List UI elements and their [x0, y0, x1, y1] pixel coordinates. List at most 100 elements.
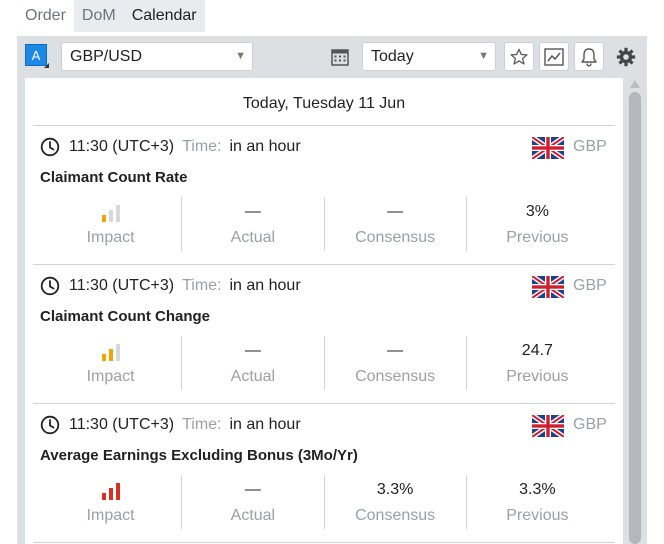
date-header: Today, Tuesday 11 Jun — [242, 95, 406, 112]
clock-icon — [40, 415, 60, 435]
actual-value: — — [244, 342, 261, 359]
impact-bars-icon — [101, 483, 120, 500]
impact-bar — [101, 493, 106, 500]
calendar-panel: A GBP/USD ▼ Today ▼ Today, Tuesday 11 Ju… — [17, 36, 647, 544]
tab-bar: Order DoM Calendar — [17, 0, 205, 36]
impact-label: Impact — [86, 368, 135, 385]
event-time-row: 11:30 (UTC+3) Time: in an hour — [40, 415, 301, 435]
previous-label: Previous — [506, 229, 569, 246]
actual-value: — — [244, 481, 261, 498]
chevron-down-icon: ▼ — [478, 50, 489, 62]
impact-bar — [101, 215, 106, 222]
event-time-relative: in an hour — [229, 416, 301, 433]
tab-dom[interactable]: DoM — [73, 0, 124, 32]
event-stats: Impact — Actual 3.3% Consensus 3.3% Prev… — [40, 475, 608, 529]
impact-bar — [108, 210, 113, 222]
impact-bar — [108, 349, 113, 361]
impact-label: Impact — [86, 507, 135, 524]
actual-label: Actual — [230, 507, 276, 524]
impact-bars-icon — [101, 205, 120, 222]
previous-value: 3% — [525, 203, 549, 220]
event-currency: GBP — [573, 416, 607, 433]
actual-cell: — Actual — [181, 475, 323, 529]
event-title: Claimant Count Change — [40, 308, 211, 325]
scrollbar[interactable] — [629, 78, 641, 544]
clock-icon — [40, 276, 60, 296]
event-item[interactable]: 11:30 (UTC+3) Time: in an hour GBP Claim… — [25, 126, 623, 265]
consensus-value: 3.3% — [376, 481, 414, 498]
period-select[interactable]: Today ▼ — [362, 42, 496, 71]
impact-bar — [115, 205, 120, 222]
event-time-relative: in an hour — [229, 138, 301, 155]
actual-cell: — Actual — [181, 336, 323, 390]
previous-cell: 3% Previous — [465, 197, 608, 251]
uk-flag-icon — [532, 276, 564, 298]
alerts-button[interactable] — [574, 42, 604, 71]
gear-icon — [616, 47, 636, 66]
consensus-cell: 3.3% Consensus — [323, 475, 466, 529]
chart-icon — [544, 47, 564, 66]
symbol-link-badge[interactable]: A — [25, 44, 49, 68]
event-stats: Impact — Actual — Consensus 3% Previous — [40, 197, 608, 251]
impact-cell: Impact — [40, 336, 181, 390]
event-time-label: Time: — [182, 277, 222, 294]
tab-calendar[interactable]: Calendar — [123, 0, 205, 32]
scrollbar-thumb[interactable] — [629, 92, 641, 544]
event-item[interactable]: 11:30 (UTC+3) Time: in an hour GBP Claim… — [25, 265, 623, 404]
events-list: Today, Tuesday 11 Jun 11:30 (UTC+3) Time… — [25, 78, 623, 544]
calendar-icon — [331, 48, 349, 66]
consensus-label: Consensus — [355, 229, 436, 246]
consensus-cell: — Consensus — [323, 336, 466, 390]
star-icon — [510, 48, 528, 65]
symbol-select-value: GBP/USD — [70, 48, 143, 65]
clock-icon — [40, 137, 60, 157]
impact-bar — [115, 344, 120, 361]
tab-order[interactable]: Order — [17, 0, 74, 32]
impact-bar — [115, 483, 120, 500]
previous-value: 3.3% — [519, 481, 556, 498]
toolbar: A GBP/USD ▼ Today ▼ — [17, 36, 647, 76]
event-stats: Impact — Actual — Consensus 24.7 Previou… — [40, 336, 608, 390]
impact-bar — [108, 488, 113, 500]
impact-cell: Impact — [40, 475, 181, 529]
event-title: Claimant Count Rate — [40, 169, 188, 186]
impact-bars-icon — [101, 344, 120, 361]
settings-button[interactable] — [611, 42, 641, 71]
event-time-relative: in an hour — [229, 277, 301, 294]
consensus-value: — — [387, 203, 404, 220]
event-item[interactable]: 11:30 (UTC+3) Time: in an hour GBP Avera… — [25, 404, 623, 543]
impact-cell: Impact — [40, 197, 181, 251]
event-time-row: 11:30 (UTC+3) Time: in an hour — [40, 276, 301, 296]
impact-label: Impact — [86, 229, 135, 246]
consensus-cell: — Consensus — [323, 197, 466, 251]
consensus-label: Consensus — [355, 368, 436, 385]
calendar-picker-button[interactable] — [325, 42, 355, 71]
event-time-label: Time: — [182, 138, 222, 155]
chevron-down-icon: ▼ — [235, 50, 246, 62]
scroll-up-icon[interactable] — [630, 80, 640, 88]
impact-bar — [101, 354, 106, 361]
actual-value: — — [244, 203, 261, 220]
event-time: 11:30 (UTC+3) — [69, 277, 175, 294]
previous-value: 24.7 — [521, 342, 553, 359]
consensus-label: Consensus — [355, 507, 436, 524]
consensus-value: — — [387, 342, 404, 359]
chart-button[interactable] — [539, 42, 569, 71]
previous-label: Previous — [506, 507, 569, 524]
event-currency: GBP — [573, 138, 607, 155]
bell-icon — [581, 47, 597, 67]
period-select-value: Today — [371, 48, 414, 65]
previous-cell: 3.3% Previous — [465, 475, 608, 529]
actual-cell: — Actual — [181, 197, 323, 251]
event-time: 11:30 (UTC+3) — [69, 416, 175, 433]
favorites-button[interactable] — [504, 42, 534, 71]
actual-label: Actual — [230, 368, 276, 385]
event-currency: GBP — [573, 277, 607, 294]
event-time: 11:30 (UTC+3) — [69, 138, 175, 155]
event-time-label: Time: — [182, 416, 222, 433]
actual-label: Actual — [230, 229, 276, 246]
symbol-link-letter: A — [31, 48, 41, 63]
uk-flag-icon — [532, 415, 564, 437]
symbol-select[interactable]: GBP/USD ▼ — [61, 42, 253, 71]
previous-label: Previous — [506, 368, 569, 385]
